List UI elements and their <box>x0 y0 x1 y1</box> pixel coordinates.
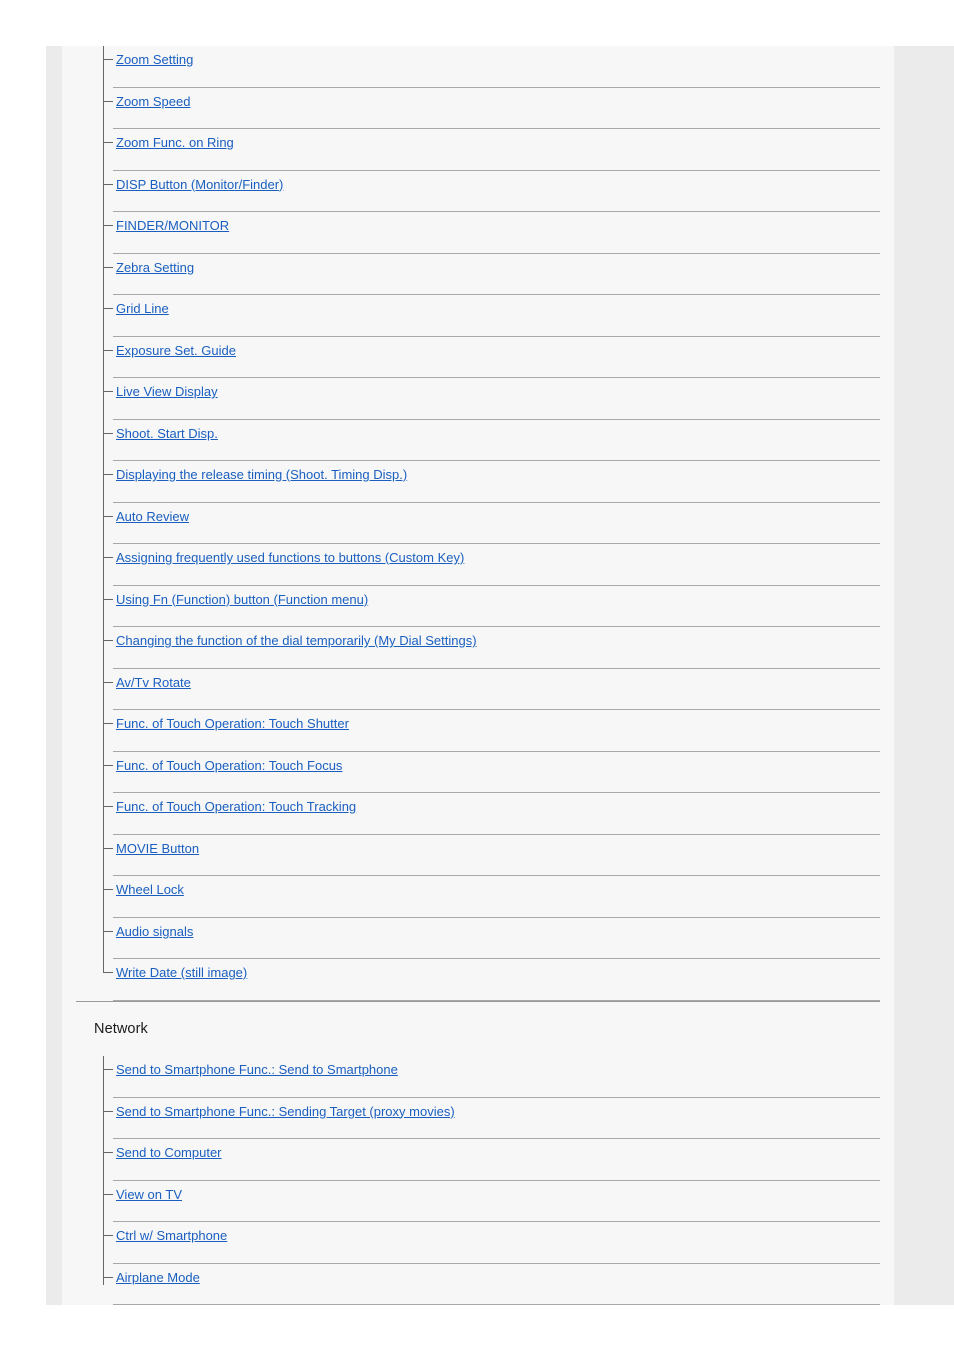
toc-link[interactable]: Send to Computer <box>116 1144 222 1161</box>
toc-link[interactable]: Wheel Lock <box>116 881 184 898</box>
list-item[interactable]: Write Date (still image) <box>62 959 894 1001</box>
list-item[interactable]: Airplane Mode <box>62 1264 894 1306</box>
toc-link[interactable]: Audio signals <box>116 923 193 940</box>
list-item[interactable]: DISP Button (Monitor/Finder) <box>62 171 894 213</box>
list-item[interactable]: Audio signals <box>62 918 894 960</box>
list-item[interactable]: Func. of Touch Operation: Touch Focus <box>62 752 894 794</box>
list-item[interactable]: Ctrl w/ Smartphone <box>62 1222 894 1264</box>
section-heading-network: Network <box>94 1020 148 1037</box>
heading-spacer <box>62 1036 894 1056</box>
section-divider <box>76 1000 880 1002</box>
list-item[interactable]: Wheel Lock <box>62 876 894 918</box>
list-item[interactable]: Zoom Func. on Ring <box>62 129 894 171</box>
list-item[interactable]: Func. of Touch Operation: Touch Shutter <box>62 710 894 752</box>
list-item[interactable]: Displaying the release timing (Shoot. Ti… <box>62 461 894 503</box>
help-guide-page: Zoom Setting Zoom Speed Zoom Func. on Ri… <box>0 0 954 1350</box>
list-item[interactable]: Live View Display <box>62 378 894 420</box>
toc-link[interactable]: MOVIE Button <box>116 840 199 857</box>
list-item[interactable]: Auto Review <box>62 503 894 545</box>
toc-link[interactable]: Send to Smartphone Func.: Sending Target… <box>116 1103 455 1120</box>
toc-link[interactable]: Auto Review <box>116 508 189 525</box>
toc-tree-continued: Zoom Setting Zoom Speed Zoom Func. on Ri… <box>62 46 894 1001</box>
toc-link[interactable]: Zoom Speed <box>116 93 190 110</box>
toc-link[interactable]: Grid Line <box>116 300 169 317</box>
list-item[interactable]: Send to Computer <box>62 1139 894 1181</box>
toc-link[interactable]: Using Fn (Function) button (Function men… <box>116 591 368 608</box>
toc-link[interactable]: Write Date (still image) <box>116 964 247 981</box>
toc-link[interactable]: Changing the function of the dial tempor… <box>116 632 477 649</box>
toc-tree-network: Send to Smartphone Func.: Send to Smartp… <box>62 1056 894 1305</box>
list-item[interactable]: Zoom Speed <box>62 88 894 130</box>
toc-link[interactable]: Assigning frequently used functions to b… <box>116 549 464 566</box>
list-item[interactable]: Zebra Setting <box>62 254 894 296</box>
list-item[interactable]: Func. of Touch Operation: Touch Tracking <box>62 793 894 835</box>
list-item[interactable]: Assigning frequently used functions to b… <box>62 544 894 586</box>
toc-link[interactable]: Zoom Func. on Ring <box>116 134 234 151</box>
toc-link[interactable]: DISP Button (Monitor/Finder) <box>116 176 283 193</box>
toc-link[interactable]: Av/Tv Rotate <box>116 674 191 691</box>
toc-link[interactable]: FINDER/MONITOR <box>116 217 229 234</box>
list-item[interactable]: View on TV <box>62 1181 894 1223</box>
list-item[interactable]: FINDER/MONITOR <box>62 212 894 254</box>
list-item[interactable]: Send to Smartphone Func.: Sending Target… <box>62 1098 894 1140</box>
toc-link[interactable]: Func. of Touch Operation: Touch Tracking <box>116 798 356 815</box>
toc-link[interactable]: Zebra Setting <box>116 259 194 276</box>
list-item[interactable]: Changing the function of the dial tempor… <box>62 627 894 669</box>
toc-link[interactable]: Displaying the release timing (Shoot. Ti… <box>116 466 407 483</box>
toc-link[interactable]: View on TV <box>116 1186 182 1203</box>
tree-corner <box>103 973 104 1001</box>
list-item[interactable]: Grid Line <box>62 295 894 337</box>
list-item[interactable]: Exposure Set. Guide <box>62 337 894 379</box>
toc-link[interactable]: Send to Smartphone Func.: Send to Smartp… <box>116 1061 398 1078</box>
toc-link[interactable]: Ctrl w/ Smartphone <box>116 1227 227 1244</box>
content-panel: Zoom Setting Zoom Speed Zoom Func. on Ri… <box>62 46 894 1305</box>
toc-link[interactable]: Exposure Set. Guide <box>116 342 236 359</box>
section-continued: Zoom Setting Zoom Speed Zoom Func. on Ri… <box>62 46 894 1001</box>
toc-link[interactable]: Live View Display <box>116 383 218 400</box>
list-item[interactable]: Shoot. Start Disp. <box>62 420 894 462</box>
list-item[interactable]: Zoom Setting <box>62 46 894 88</box>
toc-link[interactable]: Shoot. Start Disp. <box>116 425 218 442</box>
toc-link[interactable]: Func. of Touch Operation: Touch Focus <box>116 757 342 774</box>
toc-link[interactable]: Airplane Mode <box>116 1269 200 1286</box>
list-item[interactable]: MOVIE Button <box>62 835 894 877</box>
list-item[interactable]: Send to Smartphone Func.: Send to Smartp… <box>62 1056 894 1098</box>
toc-link[interactable]: Func. of Touch Operation: Touch Shutter <box>116 715 349 732</box>
section-network: Network Send to Smartphone Func.: Send t… <box>62 1000 894 1306</box>
list-item[interactable]: Av/Tv Rotate <box>62 669 894 711</box>
list-item[interactable]: Using Fn (Function) button (Function men… <box>62 586 894 628</box>
toc-link[interactable]: Zoom Setting <box>116 51 193 68</box>
